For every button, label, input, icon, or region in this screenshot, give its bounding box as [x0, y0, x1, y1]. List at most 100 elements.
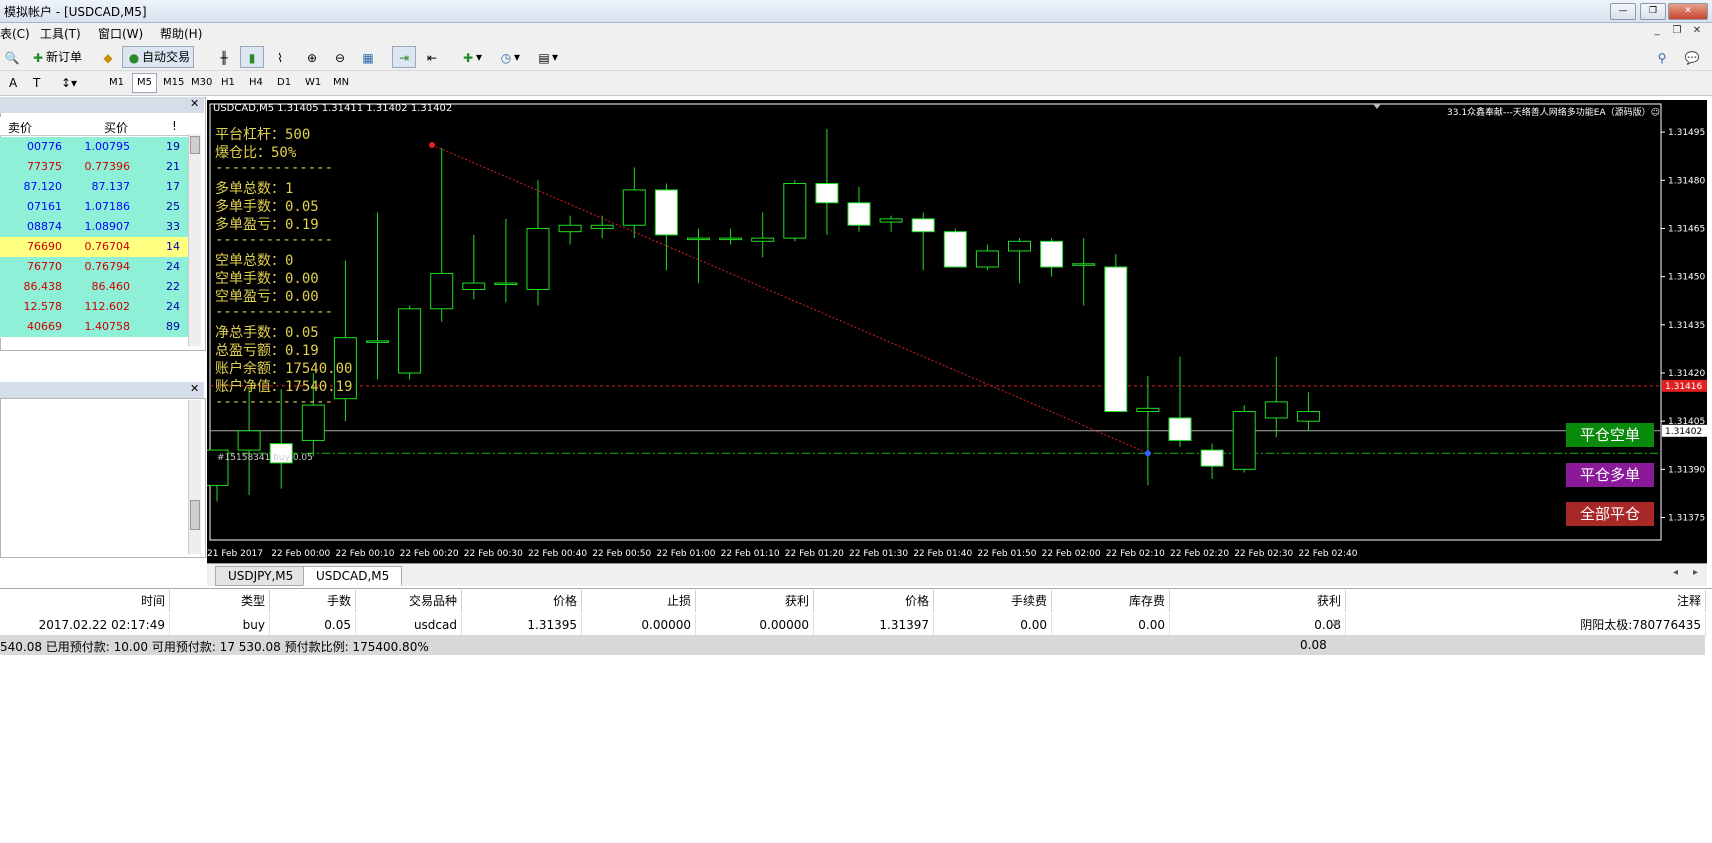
menu-window[interactable]: 窗口(W): [98, 25, 143, 42]
tf-w1[interactable]: W1: [300, 73, 326, 93]
label-tool[interactable]: T: [28, 73, 45, 93]
column-header[interactable]: 价格: [462, 590, 582, 612]
auto-scroll-button[interactable]: ⇥: [392, 46, 416, 68]
tabs-right-icon[interactable]: ▸: [1693, 567, 1698, 578]
menu-help[interactable]: 帮助(H): [160, 25, 202, 42]
column-header[interactable]: 获利: [696, 590, 814, 612]
list-item[interactable]: 07161 1.07186 25: [0, 197, 188, 218]
ask-header[interactable]: 买价: [104, 119, 128, 136]
tabs-left-icon[interactable]: ◂: [1673, 567, 1678, 578]
market-watch-scrollbar[interactable]: [188, 134, 201, 346]
book-icon: ◆: [103, 50, 113, 65]
line-chart-button[interactable]: ⌇: [268, 46, 292, 68]
scroll-thumb[interactable]: [190, 136, 200, 154]
tf-h1[interactable]: H1: [216, 73, 240, 93]
close-icon[interactable]: ✕: [190, 97, 199, 110]
close-long-button[interactable]: 平仓多单: [1566, 463, 1654, 487]
list-item[interactable]: 40669 1.40758 89: [0, 317, 188, 338]
title-bar: 模拟帐户 - [USDCAD,M5] — ❐ ✕: [0, 0, 1712, 23]
column-header[interactable]: 类型: [170, 590, 270, 612]
mdi-minimize-icon[interactable]: _: [1650, 25, 1664, 36]
tf-m30[interactable]: M30: [186, 73, 217, 93]
navigator-scrollbar[interactable]: [188, 400, 201, 554]
x-tick-label: 22 Feb 00:30: [464, 549, 523, 559]
candle-body: [1104, 266, 1128, 413]
bid-header[interactable]: 卖价: [8, 119, 32, 136]
templates-button[interactable]: ▤ ▾: [532, 46, 562, 68]
restore-button[interactable]: ❐: [1640, 3, 1666, 20]
mdi-close-icon[interactable]: ✕: [1690, 25, 1704, 36]
ask-value: 1.08907: [84, 220, 131, 233]
close-icon[interactable]: ✕: [190, 382, 199, 395]
arrows-tool[interactable]: ↕▾: [56, 73, 82, 93]
bar-chart-button[interactable]: ╫: [212, 46, 236, 68]
zoom-tool[interactable]: 🔍: [0, 46, 24, 68]
menu-tools[interactable]: 工具(T): [40, 25, 81, 42]
tf-d1[interactable]: D1: [272, 73, 296, 93]
candle: [494, 218, 518, 303]
auto-trade-button[interactable]: ● 自动交易: [122, 46, 195, 68]
column-header[interactable]: 手续费: [934, 590, 1052, 612]
column-header[interactable]: 库存费: [1052, 590, 1170, 612]
candle-body: [462, 282, 486, 290]
list-item[interactable]: 76690 0.76704 14: [0, 237, 188, 258]
zoom-in-button[interactable]: ⊕: [300, 46, 324, 68]
ask-value: 87.137: [91, 180, 131, 193]
window-title: 模拟帐户 - [USDCAD,M5]: [4, 5, 147, 19]
tf-mn[interactable]: MN: [328, 73, 354, 93]
text-tool[interactable]: A: [4, 73, 22, 93]
table-cell: 0.00: [934, 614, 1052, 636]
zoom-out-button[interactable]: ⊖: [328, 46, 352, 68]
tf-m5[interactable]: M5: [132, 73, 157, 93]
column-header[interactable]: 注释: [1346, 590, 1706, 612]
column-header[interactable]: 手数: [270, 590, 356, 612]
list-item[interactable]: 77375 0.77396 21: [0, 157, 188, 178]
list-item[interactable]: 12.578 112.602 24: [0, 297, 188, 318]
candle: [654, 183, 678, 271]
info-line: 空单总数：0: [215, 253, 294, 269]
column-header[interactable]: 时间: [0, 590, 170, 612]
candle-body: [558, 224, 582, 233]
tab-usdcad[interactable]: USDCAD,M5: [303, 566, 403, 586]
close-order-icon[interactable]: ✕: [1331, 616, 1341, 630]
tf-m1[interactable]: M1: [104, 73, 129, 93]
ask-value: 1.40758: [84, 320, 131, 333]
chart-shift-marker[interactable]: [1373, 104, 1381, 109]
chart-shift-button[interactable]: ⇤: [420, 46, 444, 68]
periods-button[interactable]: ◷ ▾: [494, 46, 524, 68]
list-item[interactable]: 87.120 87.137 17: [0, 177, 188, 198]
chat-button[interactable]: 💬: [1680, 46, 1704, 68]
column-header[interactable]: 止损: [582, 590, 696, 612]
mdi-restore-icon[interactable]: ❐: [1670, 25, 1684, 36]
order-label: #15158341 buy 0.05: [217, 453, 313, 463]
list-item[interactable]: 00776 1.00795 19: [0, 137, 188, 158]
close-short-button[interactable]: 平仓空单: [1566, 423, 1654, 447]
tf-h4[interactable]: H4: [244, 73, 268, 93]
ask-value: 1.00795: [84, 140, 131, 153]
menu-chart[interactable]: 表(C): [0, 25, 30, 42]
spread-value: 24: [166, 300, 180, 313]
tab-usdjpy[interactable]: USDJPY,M5: [215, 566, 307, 586]
spread-header[interactable]: !: [172, 119, 177, 133]
candle-body: [1200, 449, 1224, 467]
close-all-button[interactable]: 全部平仓: [1566, 502, 1654, 526]
scroll-thumb[interactable]: [190, 500, 200, 530]
new-order-button[interactable]: ✚ 新订单: [26, 46, 86, 68]
tile-windows-button[interactable]: ▦: [356, 46, 380, 68]
column-header[interactable]: 获利: [1170, 590, 1346, 612]
tf-m15[interactable]: M15: [158, 73, 189, 93]
minimize-button[interactable]: —: [1610, 3, 1636, 20]
indicators-button[interactable]: ✚ ▾: [456, 46, 486, 68]
candle-chart-button[interactable]: ▮: [240, 46, 264, 68]
list-item[interactable]: 08874 1.08907 33: [0, 217, 188, 238]
tile-icon: ▦: [362, 50, 374, 65]
chart-area[interactable]: 1.31495 1.31480 1.31465 1.31450 1.31435 1.314…: [207, 100, 1707, 563]
metaeditor-button[interactable]: ◆: [96, 46, 120, 68]
column-header[interactable]: 价格: [814, 590, 934, 612]
close-button[interactable]: ✕: [1668, 3, 1708, 20]
list-item[interactable]: 86.438 86.460 22: [0, 277, 188, 298]
list-item[interactable]: 76770 0.76794 24: [0, 257, 188, 278]
candle-body: [1040, 240, 1064, 268]
column-header[interactable]: 交易品种: [356, 590, 462, 612]
search-button[interactable]: ⚲: [1650, 46, 1674, 68]
